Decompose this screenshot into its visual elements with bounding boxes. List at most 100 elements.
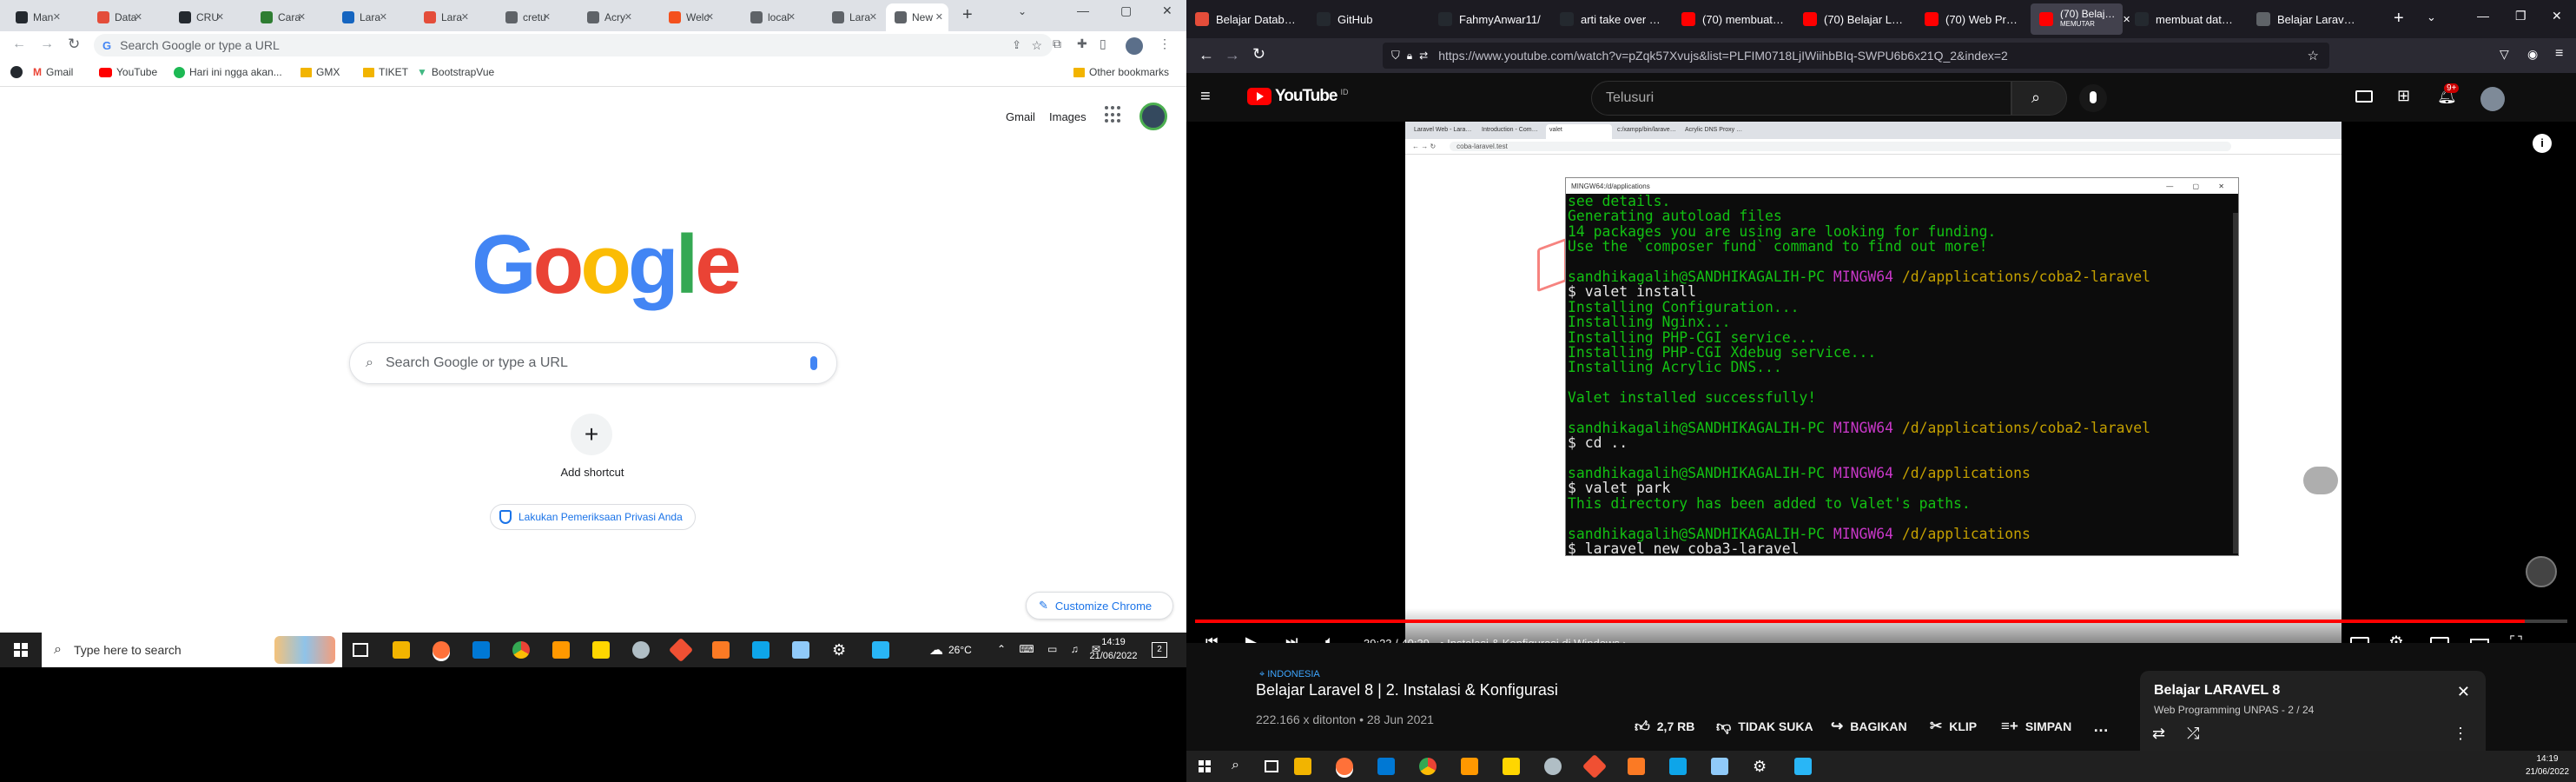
location-link[interactable]: ⌖ INDONESIA: [1259, 669, 1320, 680]
chrome-tab[interactable]: CRU ✕: [170, 3, 229, 31]
firefox-tab[interactable]: (70) Belajar Lara: [1794, 0, 1912, 38]
git-icon[interactable]: [668, 637, 694, 663]
firefox-tab[interactable]: FahmyAnwar11/: [1430, 0, 1548, 38]
google-search-box[interactable]: ⌕ Search Google or type a URL: [349, 342, 837, 384]
forward-icon[interactable]: →: [1225, 46, 1240, 64]
menu-icon[interactable]: ⋮: [1159, 36, 1171, 51]
weather-widget[interactable]: ☁ 26°C: [929, 633, 972, 667]
loop-icon[interactable]: ⇄: [2152, 725, 2165, 743]
share-icon[interactable]: ⇪: [1012, 38, 1021, 52]
pocket-icon[interactable]: ▽: [2500, 47, 2509, 62]
clock[interactable]: 14:19 21/06/2022: [1087, 635, 1139, 663]
chrome-tab[interactable]: Lara ✕: [823, 3, 882, 31]
bookmark-bootstrapvue[interactable]: ▼ BootstrapVue: [417, 66, 494, 78]
apps-grid-icon[interactable]: [1105, 106, 1122, 123]
file-explorer-icon[interactable]: [1294, 758, 1311, 775]
hamburger-menu-icon[interactable]: ≡: [1200, 87, 1211, 107]
channel-watermark[interactable]: [2526, 556, 2557, 587]
other-bookmarks[interactable]: Other bookmarks: [1073, 66, 1169, 78]
dislike-button[interactable]: 👎︎ TIDAK SUKA: [1716, 711, 1813, 742]
tab-close-icon[interactable]: ✕: [706, 11, 714, 23]
add-shortcut-button[interactable]: +: [571, 414, 612, 455]
tab-list-icon[interactable]: ⌄: [2427, 10, 2436, 24]
firefox-url-bar[interactable]: ⛉ 🔒︎ ⇄ https://www.youtube.com/watch?v=p…: [1383, 43, 2329, 69]
customize-chrome-button[interactable]: ✎ Customize Chrome: [1026, 592, 1173, 620]
tab-close-icon[interactable]: ✕: [298, 11, 306, 23]
bookmark-star-icon[interactable]: ☆: [1031, 38, 1042, 53]
firefox-tab[interactable]: Belajar Laravel 8: [2248, 0, 2366, 38]
more-vert-icon[interactable]: ⋮: [2453, 725, 2468, 743]
close-window-button[interactable]: ✕: [1162, 3, 1172, 18]
progress-bar[interactable]: [1195, 620, 2567, 623]
minimize-button[interactable]: —: [1077, 3, 1089, 17]
account-icon[interactable]: ◉: [2527, 47, 2538, 62]
tab-close-icon[interactable]: ✕: [935, 11, 943, 23]
chrome-icon[interactable]: [512, 641, 530, 659]
exit-fullscreen-overlay-icon[interactable]: [2303, 467, 2338, 494]
xampp-icon[interactable]: [712, 641, 730, 659]
voice-search-icon[interactable]: [810, 356, 817, 370]
vscode-icon[interactable]: [472, 641, 490, 659]
sidebar-icon[interactable]: ▯: [1100, 36, 1106, 51]
omnibox[interactable]: G Search Google or type a URL ⇪ ☆: [94, 34, 1053, 56]
create-video-icon[interactable]: [2355, 90, 2373, 103]
bookmark-gmx[interactable]: GMX: [301, 66, 340, 78]
privacy-check-chip[interactable]: Lakukan Pemeriksaan Privasi Anda: [490, 504, 696, 530]
tab-close-icon[interactable]: ✕: [216, 11, 224, 23]
like-button[interactable]: 👍︎ 2,7 RB: [1635, 711, 1694, 742]
tab-close-icon[interactable]: ✕: [461, 11, 469, 23]
github-bookmark-icon[interactable]: [10, 66, 23, 78]
sticky-notes-icon[interactable]: [1503, 758, 1520, 775]
firefox-tab[interactable]: (70) Web Program: [1916, 0, 2027, 38]
tab-close-icon[interactable]: ✕: [869, 11, 877, 23]
firefox-tab[interactable]: (70) membuat da: [1673, 0, 1791, 38]
firefox-tab[interactable]: (70) Belajar LaMEMUTAR✕: [2031, 3, 2130, 35]
playlist-subtitle[interactable]: Web Programming UNPAS - 2 / 24: [2154, 704, 2472, 716]
profile-avatar[interactable]: [1126, 37, 1143, 55]
app-icon[interactable]: [632, 641, 650, 659]
bookmark-hari-ini[interactable]: Hari ini ngga akan...: [174, 66, 282, 78]
gmail-link[interactable]: Gmail: [1006, 110, 1035, 123]
reload-icon[interactable]: ↻: [1252, 45, 1265, 63]
shuffle-icon[interactable]: ⤮: [2187, 725, 2199, 743]
xampp-icon[interactable]: [1628, 758, 1645, 775]
photos-icon[interactable]: [1669, 758, 1687, 775]
tab-close-icon[interactable]: ✕: [788, 11, 796, 23]
extensions-icon[interactable]: ⧉: [1053, 36, 1061, 51]
firefox-icon[interactable]: [1336, 758, 1353, 775]
chrome-tab[interactable]: local ✕: [742, 3, 801, 31]
windows-start-icon[interactable]: [14, 643, 28, 657]
firefox-tab[interactable]: membuat databa: [2126, 0, 2244, 38]
document-icon[interactable]: [792, 641, 809, 659]
bookmark-tiket[interactable]: TIKET: [363, 66, 408, 78]
more-actions-icon[interactable]: …: [2093, 711, 2109, 742]
puzzle-icon[interactable]: ✚: [1077, 36, 1087, 51]
app-icon[interactable]: [1544, 758, 1562, 775]
chrome-tab[interactable]: Cara ✕: [252, 3, 311, 31]
chrome-tab[interactable]: Man ✕: [7, 3, 66, 31]
new-tab-button[interactable]: +: [962, 5, 973, 25]
youtube-logo[interactable]: YouTube ID: [1247, 87, 1348, 106]
chrome-tab[interactable]: Lara ✕: [334, 3, 393, 31]
chrome-tab[interactable]: New ✕: [886, 3, 948, 31]
notification-badge[interactable]: 2: [1152, 642, 1167, 658]
taskbar-search-box[interactable]: ⌕ Type here to search: [42, 633, 342, 667]
firefox-tab[interactable]: arti take over run: [1551, 0, 1669, 38]
tab-close-icon[interactable]: ✕: [624, 11, 632, 23]
youtube-search-button[interactable]: ⌕: [2011, 81, 2067, 116]
chrome-tab[interactable]: Welc ✕: [660, 3, 719, 31]
minimize-button[interactable]: —: [2477, 9, 2489, 23]
document-icon[interactable]: [1711, 758, 1728, 775]
restore-button[interactable]: ❐: [2515, 9, 2526, 23]
photos-icon[interactable]: [752, 641, 769, 659]
tab-search-icon[interactable]: ⌄: [1018, 5, 1027, 17]
settings-icon[interactable]: ⚙: [832, 641, 849, 659]
bookmark-gmail[interactable]: M Gmail: [33, 66, 73, 78]
maximize-button[interactable]: ▢: [1120, 3, 1132, 18]
new-tab-button[interactable]: +: [2394, 9, 2404, 29]
close-icon[interactable]: ✕: [2457, 683, 2470, 701]
playlist-title[interactable]: Belajar LARAVEL 8: [2154, 683, 2472, 699]
menu-icon[interactable]: ≡: [2555, 46, 2563, 62]
chrome-tab[interactable]: cretu ✕: [497, 3, 556, 31]
search-icon[interactable]: ⌕: [1232, 758, 1239, 773]
